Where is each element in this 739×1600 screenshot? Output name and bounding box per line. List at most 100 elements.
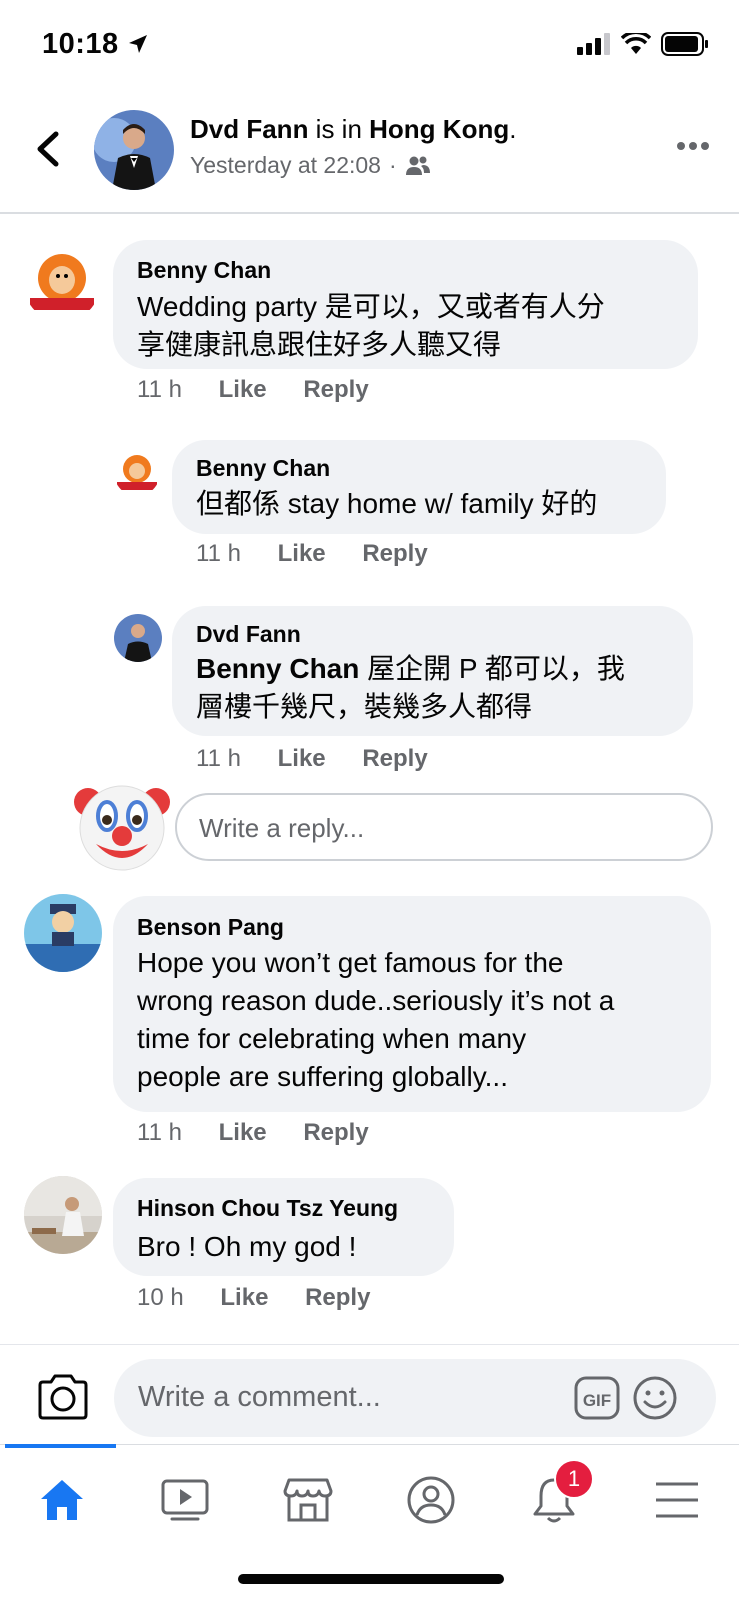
like-button[interactable]: Like <box>219 376 267 403</box>
more-icon-dot <box>689 142 697 150</box>
comment-bubble[interactable]: Hinson Chou Tsz Yeung Bro ! Oh my god ! <box>113 1178 454 1276</box>
back-button[interactable] <box>30 126 70 172</box>
like-button[interactable]: Like <box>219 1119 267 1146</box>
comment-text: 但都係 stay home w/ family 好的 <box>196 488 598 519</box>
reply-button[interactable]: Reply <box>303 1119 368 1146</box>
comment-line: 享健康訊息跟住好多人聽又得 <box>137 329 502 360</box>
gif-icon: GIF <box>574 1376 620 1420</box>
author-avatar-image <box>94 110 174 190</box>
notification-badge: 1 <box>554 1459 594 1499</box>
comment-time[interactable]: 11 h <box>196 540 241 567</box>
back-icon <box>37 131 59 167</box>
camera-button[interactable] <box>36 1373 90 1421</box>
location-name[interactable]: Hong Kong <box>369 114 509 144</box>
comment-text: Wedding party 是可以，又或者有人分 享健康訊息跟住好多人聽又得 <box>137 288 605 364</box>
subtitle-separator: · <box>388 152 397 178</box>
comment-time[interactable]: 10 h <box>137 1284 184 1311</box>
commenter-avatar[interactable] <box>24 246 100 322</box>
comment-meta: 11 h Like Reply <box>137 1119 369 1147</box>
title-period: . <box>509 114 517 144</box>
emoji-icon <box>633 1376 677 1420</box>
status-time-text: 10:18 <box>42 28 119 60</box>
avatar-image <box>114 614 162 662</box>
avatar-image <box>24 1176 102 1254</box>
avatar-image <box>117 455 157 490</box>
friends-icon <box>405 156 430 175</box>
comment-bubble[interactable]: Benson Pang Hope you won’t get famous fo… <box>113 896 711 1112</box>
comment-time[interactable]: 11 h <box>137 1119 182 1146</box>
clown-emoji <box>72 774 172 874</box>
comment-line: Wedding party 是可以，又或者有人分 <box>137 291 605 322</box>
tab-marketplace[interactable] <box>246 1445 369 1555</box>
commenter-name[interactable]: Dvd Fann <box>196 621 301 648</box>
commenter-name[interactable]: Benny Chan <box>196 455 330 482</box>
comment-line: people are suffering globally... <box>137 1061 508 1092</box>
wifi-icon <box>621 33 651 54</box>
comment-time[interactable]: 11 h <box>137 376 182 403</box>
reply-input[interactable]: Write a reply... <box>175 793 713 861</box>
comment-placeholder: Write a comment... <box>138 1381 381 1413</box>
tab-notifications[interactable] <box>492 1445 615 1555</box>
comment-meta: 11 h Like Reply <box>196 745 428 773</box>
post-title: Dvd Fann is in Hong Kong. <box>190 114 516 145</box>
comment-composer: Write a comment... GIF <box>0 1344 739 1445</box>
tab-menu[interactable] <box>615 1445 738 1555</box>
marketplace-icon <box>283 1478 332 1522</box>
post-timestamp[interactable]: Yesterday at 22:08 <box>190 152 381 179</box>
tab-profile[interactable] <box>369 1445 492 1555</box>
comment-time[interactable]: 11 h <box>196 745 241 772</box>
like-button[interactable]: Like <box>278 745 326 772</box>
commenter-avatar[interactable] <box>114 614 162 662</box>
reply-button[interactable]: Reply <box>303 376 368 403</box>
clown-face-icon <box>74 785 170 871</box>
profile-icon <box>407 1476 454 1524</box>
camera-icon <box>38 1374 88 1420</box>
comment-text: Benny Chan 屋企開 P 都可以，我 層樓千幾尺，裝幾多人都得 <box>196 650 625 726</box>
tab-home[interactable] <box>0 1445 123 1555</box>
comment-line: 層樓千幾尺，裝幾多人都得 <box>196 691 533 722</box>
comment-bubble[interactable]: Benny Chan 但都係 stay home w/ family 好的 <box>172 440 666 534</box>
commenter-name[interactable]: Benson Pang <box>137 914 284 941</box>
commenter-name[interactable]: Hinson Chou Tsz Yeung <box>137 1195 398 1222</box>
status-time: 10:18 <box>42 28 149 61</box>
more-options-button[interactable] <box>677 142 709 150</box>
post-subtitle: Yesterday at 22:08 · <box>190 152 431 179</box>
comment-text: Hope you won’t get famous for the wrong … <box>137 944 614 1096</box>
comment-bubble[interactable]: Benny Chan Wedding party 是可以，又或者有人分 享健康訊… <box>113 240 698 369</box>
status-icons <box>577 32 709 56</box>
comment-input[interactable]: Write a comment... GIF <box>114 1359 716 1437</box>
comment-line: Benny Chan 屋企開 P 都可以，我 <box>196 650 625 688</box>
commenter-avatar[interactable] <box>114 450 160 496</box>
emoji-button[interactable] <box>632 1375 678 1421</box>
avatar-image <box>24 894 102 972</box>
comment-line: Hope you won’t get famous for the <box>137 947 564 978</box>
like-button[interactable]: Like <box>220 1284 268 1311</box>
avatar-image <box>30 254 94 310</box>
comment-bubble[interactable]: Dvd Fann Benny Chan 屋企開 P 都可以，我 層樓千幾尺，裝幾… <box>172 606 693 736</box>
reply-button[interactable]: Reply <box>362 745 427 772</box>
like-button[interactable]: Like <box>278 540 326 567</box>
gif-button[interactable]: GIF <box>574 1376 620 1420</box>
comment-meta: 11 h Like Reply <box>196 540 428 568</box>
menu-icon <box>655 1482 698 1518</box>
commenter-avatar[interactable] <box>24 894 102 972</box>
comment-meta: 10 h Like Reply <box>137 1284 370 1312</box>
reply-button[interactable]: Reply <box>362 540 427 567</box>
comment-line: wrong reason dude..seriously it’s not a <box>137 985 615 1016</box>
comment-line-text: 屋企開 P 都可以，我 <box>359 653 625 684</box>
author-name[interactable]: Dvd Fann <box>190 114 308 144</box>
cellular-signal-icon <box>577 33 610 55</box>
mention-tag[interactable]: Benny Chan <box>196 653 359 684</box>
reply-button[interactable]: Reply <box>305 1284 370 1311</box>
author-avatar[interactable] <box>94 110 174 190</box>
more-icon-dot <box>677 142 685 150</box>
gif-label: GIF <box>583 1391 611 1410</box>
commenter-name[interactable]: Benny Chan <box>137 257 271 284</box>
commenter-avatar[interactable] <box>24 1176 102 1254</box>
title-connector: is in <box>308 114 370 144</box>
more-icon-dot <box>701 142 709 150</box>
bottom-tab-bar: 1 <box>0 1444 739 1555</box>
tab-watch[interactable] <box>123 1445 246 1555</box>
location-arrow-icon <box>129 35 148 53</box>
comment-line: time for celebrating when many <box>137 1023 527 1054</box>
